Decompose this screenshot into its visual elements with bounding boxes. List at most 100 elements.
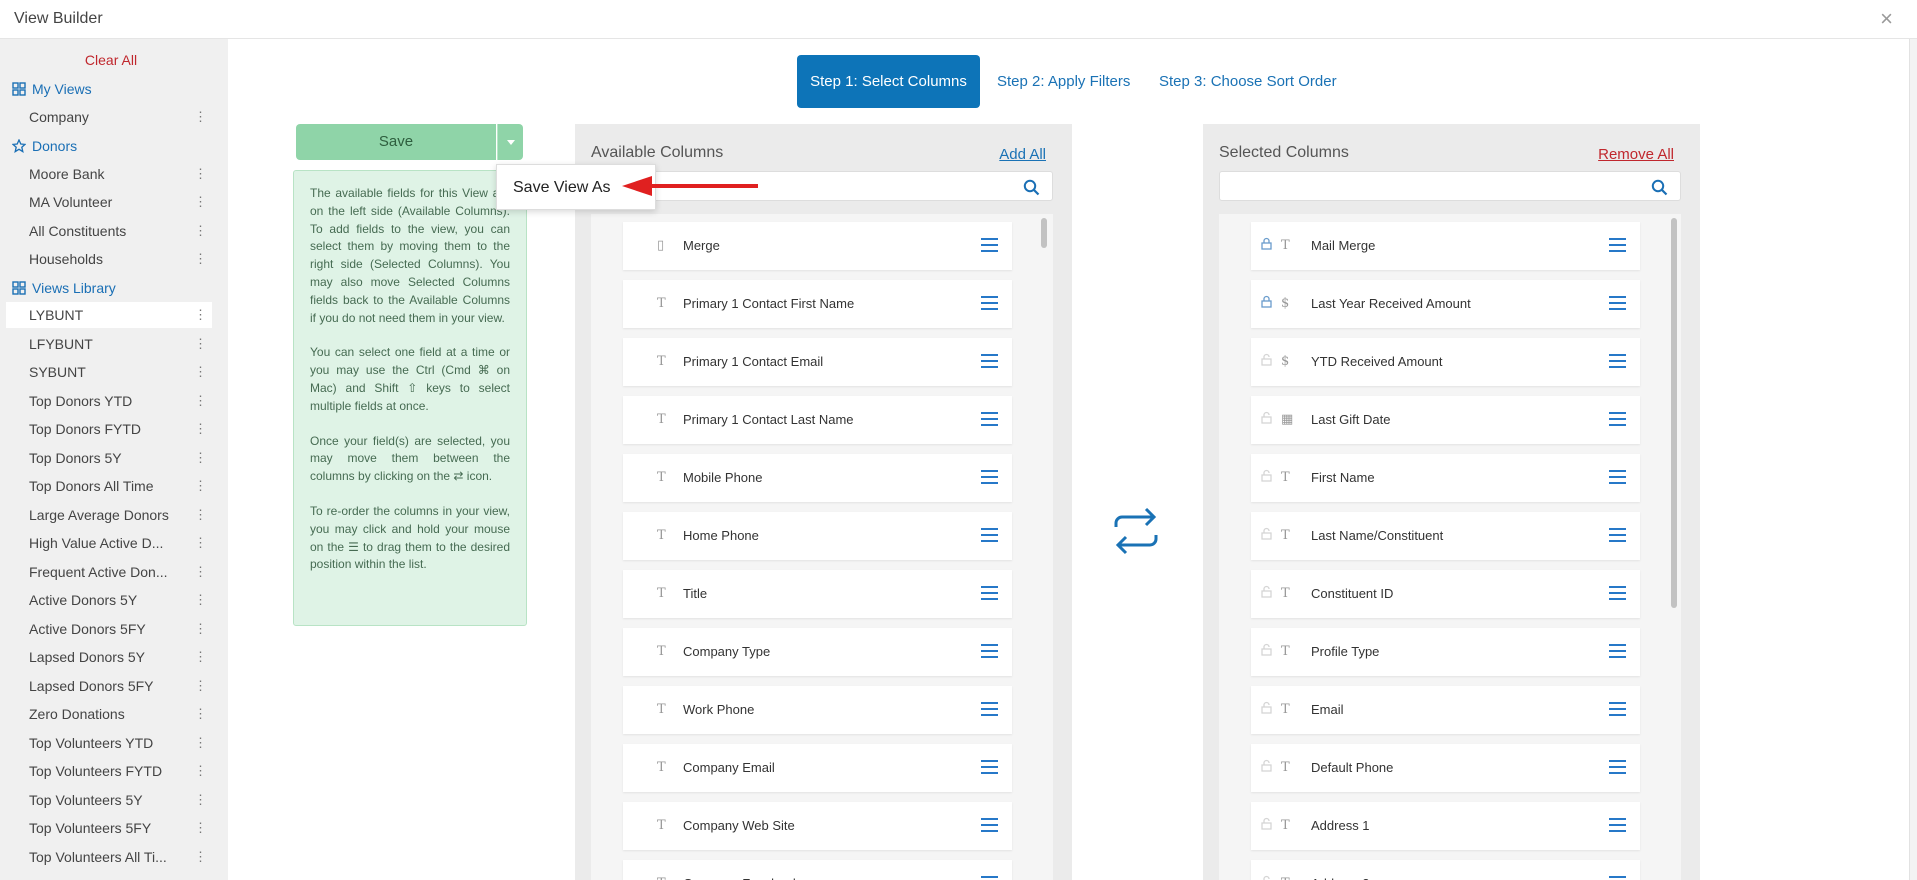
- column-row-address-2[interactable]: T Address 2: [1251, 860, 1640, 880]
- more-icon[interactable]: ⋮: [194, 388, 207, 414]
- unlock-icon[interactable]: [1261, 469, 1272, 485]
- sidebar-item-active-donors-5fy[interactable]: Active Donors 5FY ⋮: [6, 616, 212, 642]
- more-icon[interactable]: ⋮: [194, 161, 207, 187]
- column-row-home-phone[interactable]: T Home Phone: [623, 512, 1012, 560]
- drag-handle-icon[interactable]: [981, 238, 998, 252]
- sidebar-item-top-volunteers-5fy[interactable]: Top Volunteers 5FY ⋮: [6, 815, 212, 841]
- more-icon[interactable]: ⋮: [194, 246, 207, 272]
- sidebar-item-lybunt[interactable]: LYBUNT ⋮: [6, 302, 212, 328]
- donors-header[interactable]: Donors: [12, 138, 77, 154]
- more-icon[interactable]: ⋮: [194, 359, 207, 385]
- column-row-company-type[interactable]: T Company Type: [623, 628, 1012, 676]
- more-icon[interactable]: ⋮: [194, 189, 207, 215]
- drag-handle-icon[interactable]: [1609, 412, 1626, 426]
- more-icon[interactable]: ⋮: [194, 473, 207, 499]
- sidebar-item-households[interactable]: Households ⋮: [6, 246, 212, 272]
- drag-handle-icon[interactable]: [981, 760, 998, 774]
- remove-all-link[interactable]: Remove All: [1598, 146, 1674, 163]
- column-row-work-phone[interactable]: T Work Phone: [623, 686, 1012, 734]
- unlock-icon[interactable]: [1261, 411, 1272, 427]
- clear-all-button[interactable]: Clear All: [0, 52, 222, 68]
- drag-handle-icon[interactable]: [981, 644, 998, 658]
- sidebar-item-company[interactable]: Company ⋮: [6, 104, 212, 130]
- sidebar-item-ma-volunteer[interactable]: MA Volunteer ⋮: [6, 189, 212, 215]
- more-icon[interactable]: ⋮: [194, 416, 207, 442]
- sidebar-item-moore-bank[interactable]: Moore Bank ⋮: [6, 161, 212, 187]
- sidebar-item-sybunt[interactable]: SYBUNT ⋮: [6, 359, 212, 385]
- more-icon[interactable]: ⋮: [194, 644, 207, 670]
- search-icon[interactable]: [1651, 179, 1668, 196]
- unlock-icon[interactable]: [1261, 759, 1272, 775]
- drag-handle-icon[interactable]: [981, 586, 998, 600]
- column-row-primary-1-contact-email[interactable]: T Primary 1 Contact Email: [623, 338, 1012, 386]
- sidebar-item-top-donors-fytd[interactable]: Top Donors FYTD ⋮: [6, 416, 212, 442]
- more-icon[interactable]: ⋮: [194, 616, 207, 642]
- sidebar-item-top-donors-5y[interactable]: Top Donors 5Y ⋮: [6, 445, 212, 471]
- sidebar-item-top-volunteers-ytd[interactable]: Top Volunteers YTD ⋮: [6, 730, 212, 756]
- drag-handle-icon[interactable]: [1609, 760, 1626, 774]
- column-row-constituent-id[interactable]: T Constituent ID: [1251, 570, 1640, 618]
- drag-handle-icon[interactable]: [1609, 354, 1626, 368]
- column-row-last-name-constituent[interactable]: T Last Name/Constituent: [1251, 512, 1640, 560]
- column-row-default-phone[interactable]: T Default Phone: [1251, 744, 1640, 792]
- sidebar-item-large-average-donors[interactable]: Large Average Donors ⋮: [6, 502, 212, 528]
- drag-handle-icon[interactable]: [981, 296, 998, 310]
- more-icon[interactable]: ⋮: [194, 787, 207, 813]
- column-row-mobile-phone[interactable]: T Mobile Phone: [623, 454, 1012, 502]
- swap-columns-icon[interactable]: [1110, 505, 1162, 562]
- more-icon[interactable]: ⋮: [194, 104, 207, 130]
- sidebar-item-frequent-active-don[interactable]: Frequent Active Don... ⋮: [6, 559, 212, 585]
- more-icon[interactable]: ⋮: [194, 530, 207, 556]
- list-scrollbar[interactable]: [1671, 218, 1677, 608]
- my-views-header[interactable]: My Views: [12, 81, 92, 97]
- more-icon[interactable]: ⋮: [194, 331, 207, 357]
- more-icon[interactable]: ⋮: [194, 587, 207, 613]
- more-icon[interactable]: ⋮: [194, 730, 207, 756]
- sidebar-item-lapsed-donors-5y[interactable]: Lapsed Donors 5Y ⋮: [6, 644, 212, 670]
- column-row-last-year-received-amount[interactable]: $ Last Year Received Amount: [1251, 280, 1640, 328]
- column-row-last-gift-date[interactable]: ▦ Last Gift Date: [1251, 396, 1640, 444]
- column-row-email[interactable]: T Email: [1251, 686, 1640, 734]
- sidebar-item-top-volunteers-fytd[interactable]: Top Volunteers FYTD ⋮: [6, 758, 212, 784]
- column-row-primary-1-contact-last-name[interactable]: T Primary 1 Contact Last Name: [623, 396, 1012, 444]
- more-icon[interactable]: ⋮: [194, 218, 207, 244]
- tab-step-2[interactable]: Step 2: Apply Filters: [997, 55, 1130, 108]
- sidebar-item-active-donors-5y[interactable]: Active Donors 5Y ⋮: [6, 587, 212, 613]
- column-row-mail-merge[interactable]: T Mail Merge: [1251, 222, 1640, 270]
- drag-handle-icon[interactable]: [1609, 528, 1626, 542]
- window-scrollbar[interactable]: [1909, 39, 1917, 880]
- column-row-ytd-received-amount[interactable]: $ YTD Received Amount: [1251, 338, 1640, 386]
- column-row-profile-type[interactable]: T Profile Type: [1251, 628, 1640, 676]
- column-row-first-name[interactable]: T First Name: [1251, 454, 1640, 502]
- lock-icon[interactable]: [1261, 295, 1272, 311]
- column-row-company-facebook[interactable]: T Company Facebook: [623, 860, 1012, 880]
- drag-handle-icon[interactable]: [981, 818, 998, 832]
- unlock-icon[interactable]: [1261, 353, 1272, 369]
- selected-search-input[interactable]: [1219, 171, 1681, 201]
- unlock-icon[interactable]: [1261, 817, 1272, 833]
- search-icon[interactable]: [1023, 179, 1040, 196]
- drag-handle-icon[interactable]: [1609, 296, 1626, 310]
- drag-handle-icon[interactable]: [981, 876, 998, 880]
- sidebar-item-top-donors-all-time[interactable]: Top Donors All Time ⋮: [6, 473, 212, 499]
- unlock-icon[interactable]: [1261, 875, 1272, 880]
- sidebar-item-top-donors-ytd[interactable]: Top Donors YTD ⋮: [6, 388, 212, 414]
- drag-handle-icon[interactable]: [981, 702, 998, 716]
- column-row-company-email[interactable]: T Company Email: [623, 744, 1012, 792]
- column-row-primary-1-contact-first-name[interactable]: T Primary 1 Contact First Name: [623, 280, 1012, 328]
- drag-handle-icon[interactable]: [1609, 644, 1626, 658]
- column-row-address-1[interactable]: T Address 1: [1251, 802, 1640, 850]
- more-icon[interactable]: ⋮: [194, 673, 207, 699]
- unlock-icon[interactable]: [1261, 585, 1272, 601]
- drag-handle-icon[interactable]: [1609, 818, 1626, 832]
- sidebar-item-top-volunteers-all-ti[interactable]: Top Volunteers All Ti... ⋮: [6, 844, 212, 870]
- add-all-link[interactable]: Add All: [999, 146, 1046, 163]
- drag-handle-icon[interactable]: [981, 470, 998, 484]
- drag-handle-icon[interactable]: [981, 412, 998, 426]
- more-icon[interactable]: ⋮: [194, 701, 207, 727]
- tab-step-3[interactable]: Step 3: Choose Sort Order: [1159, 55, 1337, 108]
- more-icon[interactable]: ⋮: [194, 559, 207, 585]
- save-button[interactable]: Save: [296, 124, 496, 160]
- more-icon[interactable]: ⋮: [194, 302, 207, 328]
- list-scrollbar[interactable]: [1041, 218, 1047, 248]
